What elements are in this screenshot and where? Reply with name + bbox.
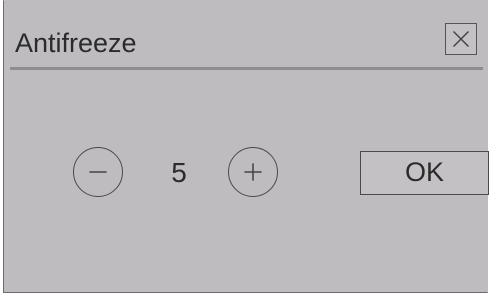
close-icon [452,30,470,48]
decrement-button[interactable] [73,147,123,197]
ok-button[interactable]: OK [360,151,489,195]
title-divider [10,67,483,70]
close-button[interactable] [445,23,477,55]
stepper-value: 5 [171,157,187,188]
minus-icon [89,171,107,173]
antifreeze-dialog: Antifreeze 5 OK [3,0,489,293]
plus-icon [244,163,262,181]
increment-button[interactable] [228,147,278,197]
dialog-title: Antifreeze [15,28,137,58]
